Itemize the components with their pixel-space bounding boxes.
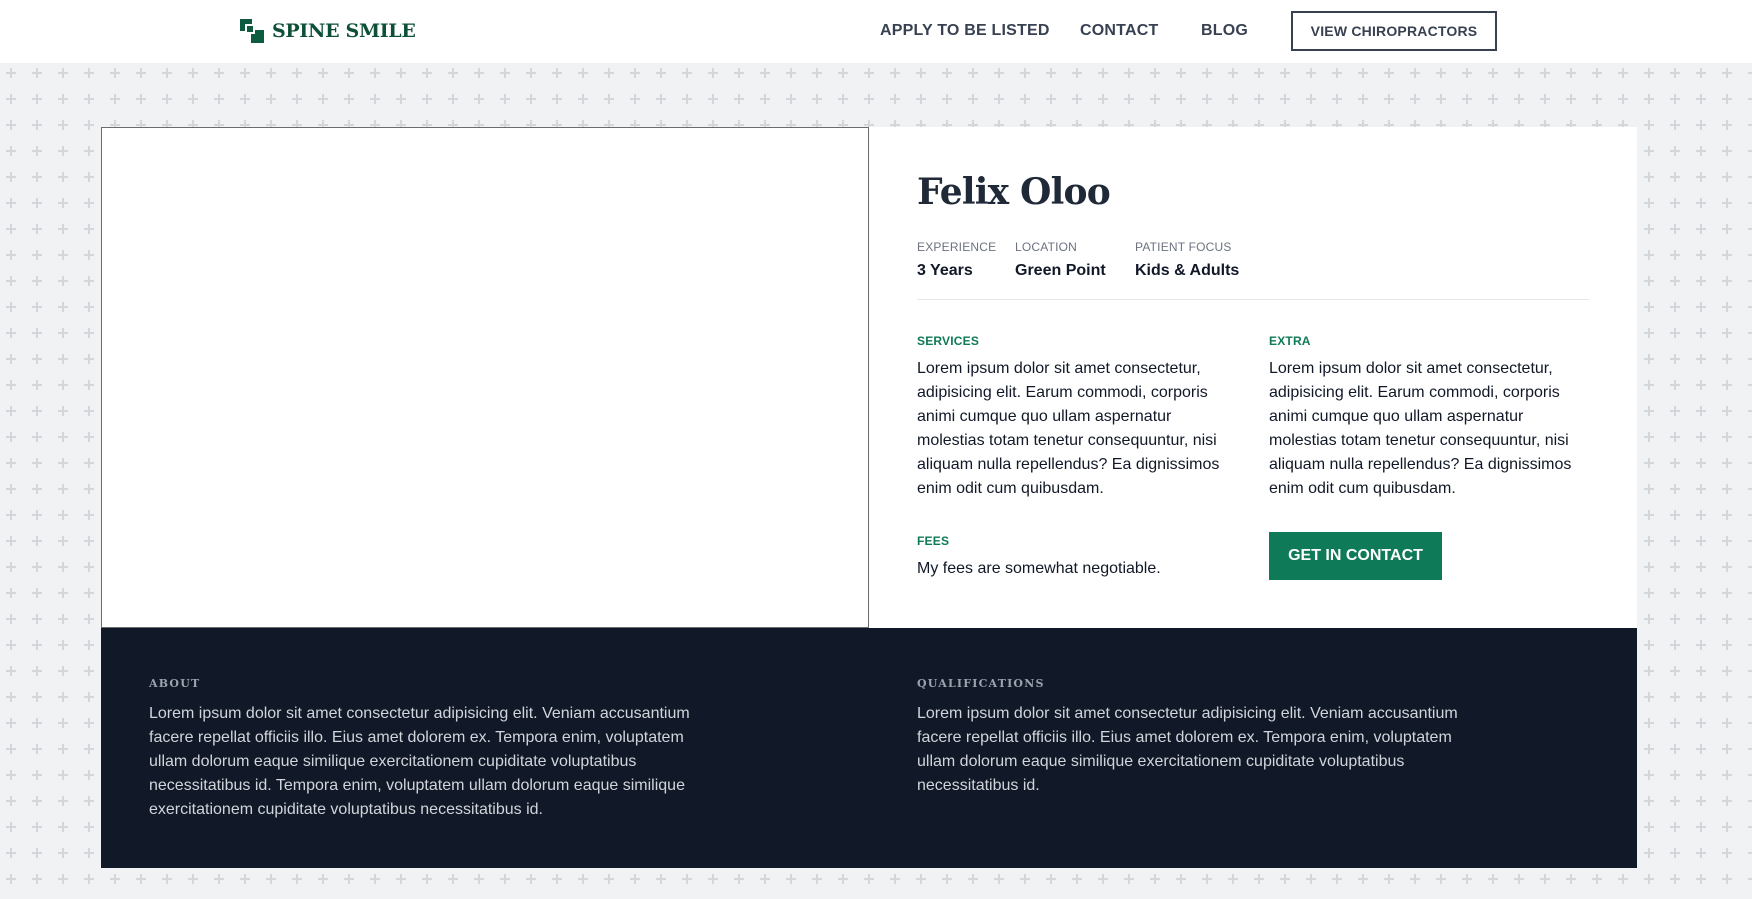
stat-value: Kids & Adults	[1135, 262, 1240, 279]
details-panel: ABOUT Lorem ipsum dolor sit amet consect…	[101, 628, 1637, 868]
extra-label: EXTRA	[1269, 334, 1311, 348]
stat-value: Green Point	[1015, 262, 1106, 279]
get-in-contact-button[interactable]: GET IN CONTACT	[1269, 532, 1442, 580]
stat-label: LOCATION	[1015, 240, 1078, 254]
services-label: SERVICES	[917, 334, 980, 348]
profile-card: Felix Oloo EXPERIENCE 3 Years LOCATION G…	[101, 127, 1637, 868]
main-nav: APPLY TO BE LISTED CONTACT BLOG VIEW CHI…	[0, 0, 1752, 63]
view-chiropractors-button[interactable]: VIEW CHIROPRACTORS	[1291, 11, 1497, 51]
nav-contact[interactable]: CONTACT	[1080, 22, 1158, 40]
stat-value: 3 Years	[917, 262, 973, 279]
stat-label: PATIENT FOCUS	[1135, 240, 1232, 254]
profile-name: Felix Oloo	[917, 171, 1111, 213]
qualifications-label: QUALIFICATIONS	[917, 677, 1045, 690]
fees-label: FEES	[917, 534, 950, 548]
services-text: Lorem ipsum dolor sit amet consectetur, …	[917, 360, 1220, 497]
stat-patient-focus: PATIENT FOCUS Kids & Adults	[1135, 240, 1239, 280]
about-text: Lorem ipsum dolor sit amet consectetur a…	[149, 705, 690, 818]
stat-location: LOCATION Green Point	[1015, 240, 1106, 280]
nav-blog[interactable]: BLOG	[1201, 22, 1248, 40]
profile-photo-placeholder	[101, 127, 869, 628]
stats-divider	[917, 299, 1589, 300]
about-label: ABOUT	[149, 677, 201, 690]
site-header: SPINE SMILE APPLY TO BE LISTED CONTACT B…	[0, 0, 1752, 63]
qualifications-text: Lorem ipsum dolor sit amet consectetur a…	[917, 705, 1458, 794]
stat-experience: EXPERIENCE 3 Years	[917, 240, 996, 280]
profile-info: Felix Oloo EXPERIENCE 3 Years LOCATION G…	[869, 127, 1637, 628]
fees-text: My fees are somewhat negotiable.	[917, 560, 1161, 577]
stat-label: EXPERIENCE	[917, 240, 997, 254]
nav-apply-to-be-listed[interactable]: APPLY TO BE LISTED	[880, 22, 1050, 40]
extra-text: Lorem ipsum dolor sit amet consectetur, …	[1269, 360, 1572, 497]
